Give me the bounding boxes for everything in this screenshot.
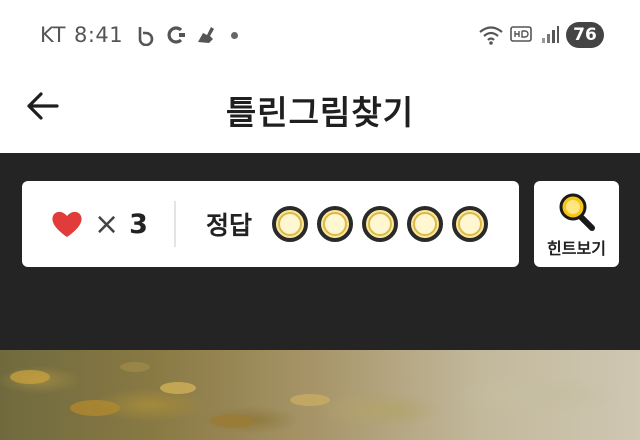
answer-slot-ring xyxy=(458,212,482,236)
hint-button[interactable]: 힌트보기 xyxy=(534,181,619,267)
heart-icon xyxy=(52,211,82,237)
answer-slot xyxy=(317,206,353,242)
times-symbol: × xyxy=(94,206,120,242)
more-notifications-dot xyxy=(231,31,239,39)
magnifier-icon xyxy=(559,193,595,231)
app-header: 틀린그림찾기 xyxy=(0,70,640,153)
puzzle-image[interactable] xyxy=(0,350,640,440)
status-right: 76 xyxy=(478,20,604,50)
answer-slot xyxy=(272,206,308,242)
lives-indicator: × 3 xyxy=(50,181,148,267)
answer-slot-ring xyxy=(368,212,392,236)
lives-count: 3 xyxy=(129,208,148,240)
answer-slot xyxy=(452,206,488,242)
hint-label: 힌트보기 xyxy=(547,239,606,258)
band-icon xyxy=(138,27,154,46)
leaf-decoration xyxy=(120,362,150,372)
leaf-decoration xyxy=(70,400,120,416)
answer-slot xyxy=(362,206,398,242)
answer-slot-ring xyxy=(413,212,437,236)
leaf-decoration xyxy=(10,370,50,384)
wifi-icon xyxy=(479,26,503,45)
answer-slot-ring xyxy=(278,212,302,236)
clock: 8:41 xyxy=(73,23,124,47)
leaf-decoration xyxy=(160,382,196,394)
running-shoe-icon xyxy=(198,27,215,43)
hd-icon xyxy=(510,26,532,42)
status-bar: KT 8:41 76 xyxy=(0,0,640,70)
answer-label: 정답 xyxy=(206,211,253,240)
battery-badge: 76 xyxy=(566,22,604,48)
page-title: 틀린그림찾기 xyxy=(225,93,415,132)
signal-icon xyxy=(542,26,559,43)
answer-slot-ring xyxy=(323,212,347,236)
leaf-decoration xyxy=(290,394,330,406)
coupang-icon xyxy=(167,26,186,44)
answer-slot xyxy=(407,206,443,242)
status-left: KT 8:41 xyxy=(40,20,239,50)
divider xyxy=(174,201,176,247)
game-panel: × 3 정답 힌트보기 xyxy=(0,153,640,350)
carrier-label: KT xyxy=(40,23,66,47)
leaf-decoration xyxy=(210,414,254,428)
answer-slots xyxy=(272,181,488,267)
score-card: × 3 정답 xyxy=(22,181,519,267)
